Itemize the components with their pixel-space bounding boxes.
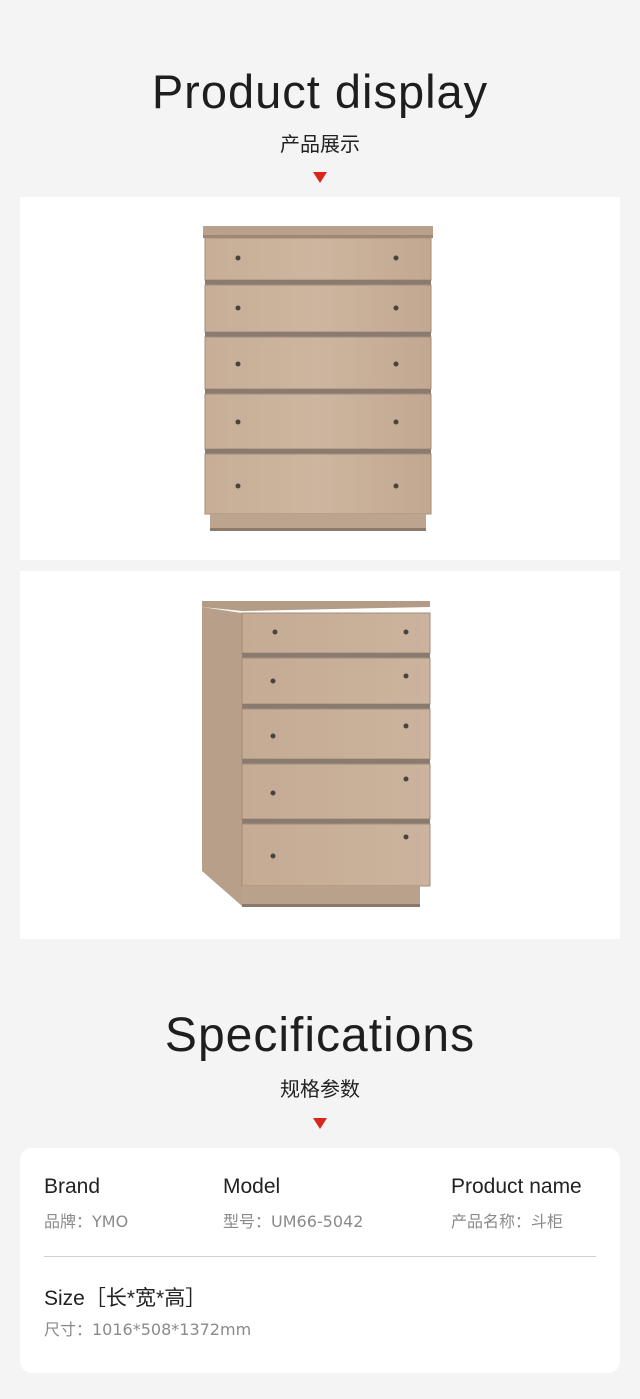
specifications-title: Specifications <box>164 1009 476 1062</box>
divider <box>44 1256 596 1257</box>
chest-of-drawers-angled-illustration <box>202 601 431 907</box>
size-label: Size［长*宽*高］ <box>44 1287 207 1310</box>
specifications-card: Brand 品牌：YMO Model 型号：UM66-5042 Product … <box>20 1148 620 1373</box>
product-display-subtitle: 产品展示 <box>280 132 360 156</box>
product-display-title: Product display <box>151 65 489 118</box>
chest-of-drawers-front-illustration <box>203 226 433 531</box>
specifications-subtitle: 规格参数 <box>280 1077 360 1101</box>
size-value: 尺寸：1016*508*1372mm <box>44 1320 252 1339</box>
model-value: 型号：UM66-5042 <box>223 1212 364 1231</box>
down-arrow-icon <box>313 1118 327 1129</box>
model-label: Model <box>223 1175 281 1198</box>
product-name-value: 产品名称：斗柜 <box>451 1212 564 1231</box>
down-arrow-icon <box>313 172 327 183</box>
product-image-front <box>20 197 620 560</box>
product-name-label: Product name <box>451 1175 582 1198</box>
brand-value: 品牌：YMO <box>44 1212 129 1231</box>
brand-label: Brand <box>44 1175 101 1198</box>
product-image-angled <box>20 571 620 939</box>
